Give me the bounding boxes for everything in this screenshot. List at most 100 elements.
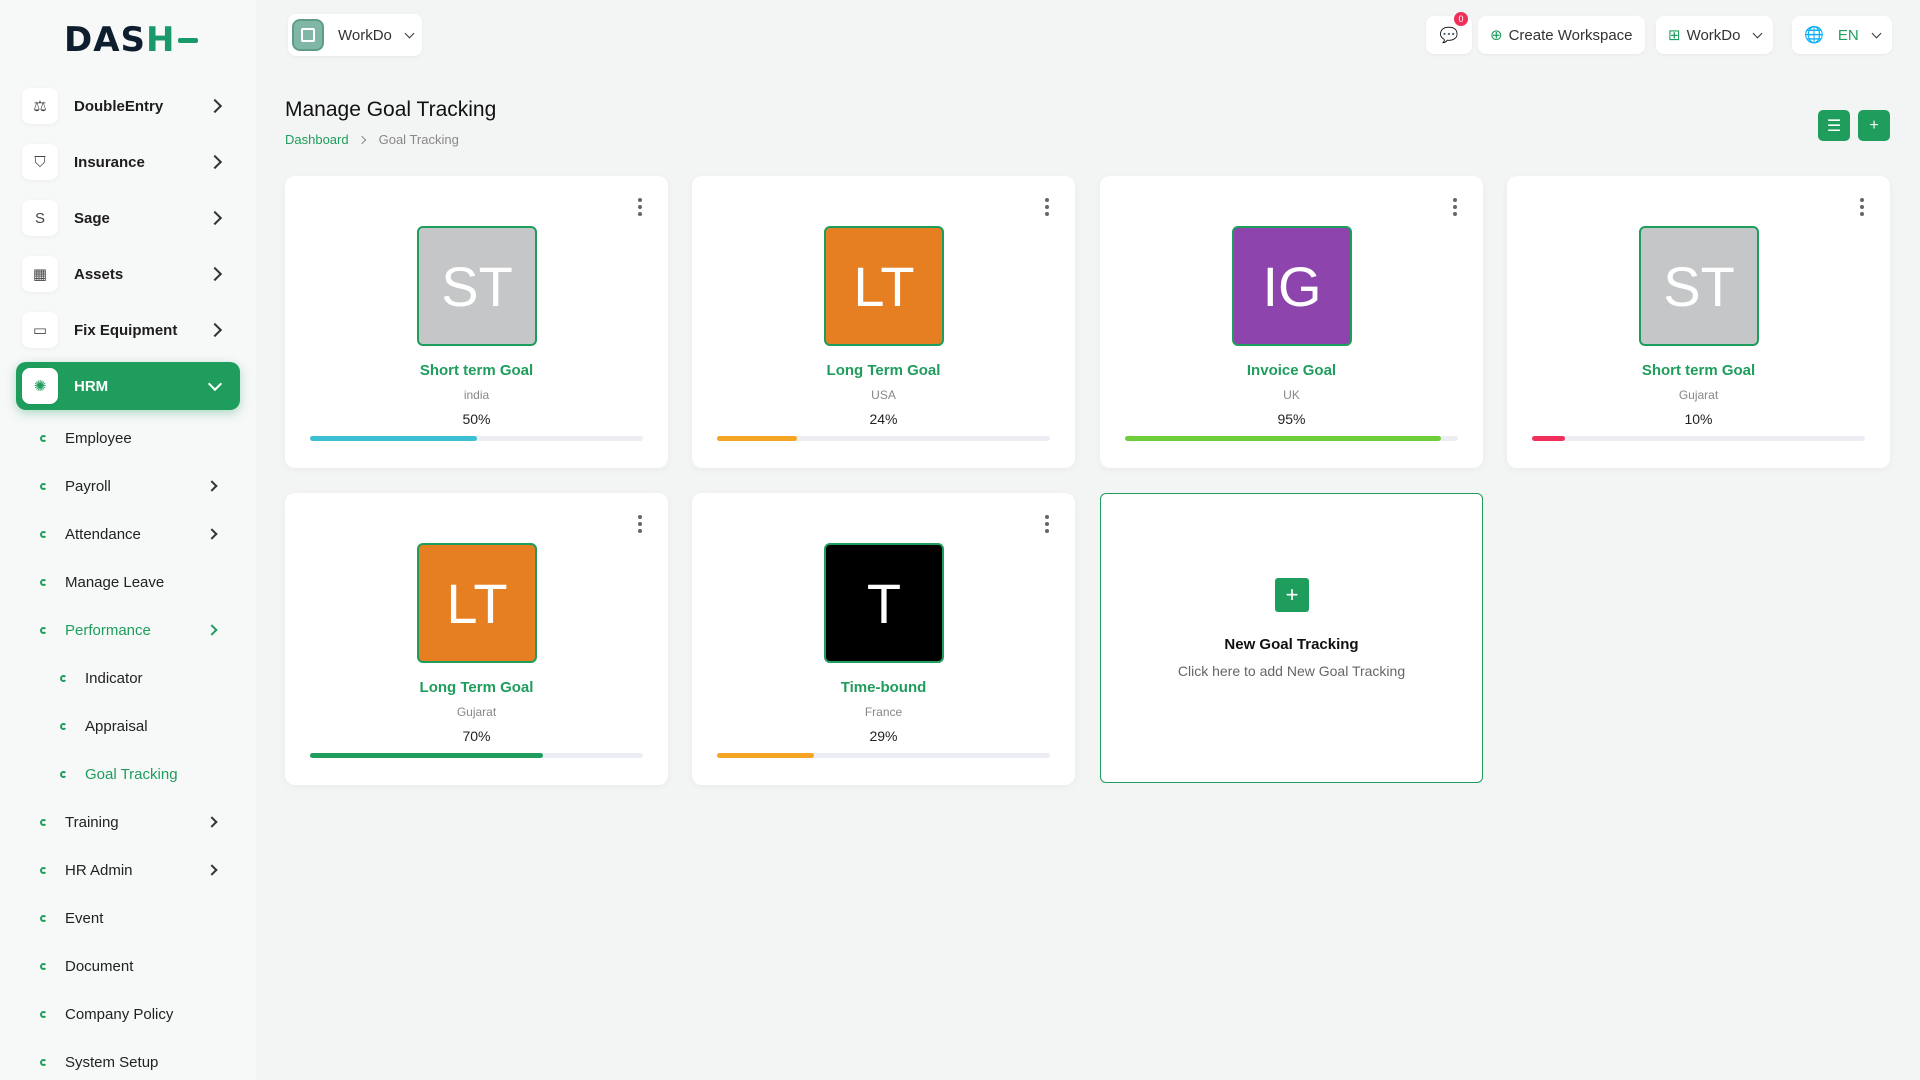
goal-location: France xyxy=(864,705,903,719)
new-goal-tracking-card[interactable]: + New Goal Tracking Click here to add Ne… xyxy=(1100,493,1483,783)
breadcrumb-home-link[interactable]: Dashboard xyxy=(285,132,349,147)
language-label: EN xyxy=(1837,26,1859,44)
plus-icon: + xyxy=(1275,578,1309,612)
bullet-icon xyxy=(40,482,47,490)
sidebar-item-hr-admin[interactable]: HR Admin xyxy=(40,855,240,885)
chevron-right-icon xyxy=(357,135,366,144)
chevron-right-icon xyxy=(206,528,218,540)
goal-progress-bar xyxy=(310,436,643,441)
sidebar-item-sage[interactable]: S Sage xyxy=(16,194,240,242)
bullet-icon xyxy=(40,1010,47,1018)
goal-title[interactable]: Short term Goal xyxy=(1507,362,1890,379)
chevron-right-icon xyxy=(206,816,218,828)
goal-location: Gujarat xyxy=(1678,388,1719,402)
more-options-icon[interactable] xyxy=(1860,198,1864,216)
goal-location: UK xyxy=(1283,388,1300,402)
calculator-icon: ▦ xyxy=(22,256,58,292)
sidebar-item-doubleentry[interactable]: ⚖ DoubleEntry xyxy=(16,82,240,130)
list-view-button[interactable]: ☰ xyxy=(1818,110,1850,141)
goal-progress-fill xyxy=(1125,436,1442,441)
goal-percent: 10% xyxy=(1684,411,1713,427)
bullet-icon xyxy=(60,770,67,778)
sidebar-item-label: HRM xyxy=(74,377,109,395)
goal-percent: 70% xyxy=(462,728,491,744)
bullet-icon xyxy=(40,914,47,922)
sidebar-item-label: Appraisal xyxy=(85,717,148,735)
sidebar-item-attendance[interactable]: Attendance xyxy=(40,519,240,549)
bullet-icon xyxy=(40,578,47,586)
goal-title[interactable]: Long Term Goal xyxy=(285,679,668,696)
sidebar-item-label: Assets xyxy=(74,265,124,283)
sidebar-item-insurance[interactable]: ⛉ Insurance xyxy=(16,138,240,186)
workdo-menu-button[interactable]: ⊞ WorkDo xyxy=(1656,16,1774,54)
sidebar-item-label: Document xyxy=(65,957,134,975)
goal-percent: 24% xyxy=(869,411,898,427)
goal-location: Gujarat xyxy=(456,705,497,719)
goal-avatar: IG xyxy=(1232,226,1352,346)
chevron-right-icon xyxy=(207,98,223,114)
sidebar-item-event[interactable]: Event xyxy=(40,903,240,933)
more-options-icon[interactable] xyxy=(1045,515,1049,533)
bullet-icon xyxy=(40,818,47,826)
goal-progress-bar xyxy=(1532,436,1865,441)
workspace-label: WorkDo xyxy=(338,26,392,44)
bullet-icon xyxy=(40,626,47,634)
goal-title[interactable]: Long Term Goal xyxy=(692,362,1075,379)
sidebar-item-label: Goal Tracking xyxy=(85,765,178,783)
goal-percent: 50% xyxy=(462,411,491,427)
sidebar-item-label: System Setup xyxy=(65,1053,159,1071)
sidebar-item-goal-tracking[interactable]: Goal Tracking xyxy=(60,759,240,789)
sidebar-item-performance[interactable]: Performance xyxy=(40,615,240,645)
sidebar-item-employee[interactable]: Employee xyxy=(40,423,240,453)
goal-location: USA xyxy=(871,388,896,402)
goal-title[interactable]: Invoice Goal xyxy=(1100,362,1483,379)
more-options-icon[interactable] xyxy=(1045,198,1049,216)
create-workspace-button[interactable]: ⊕ Create Workspace xyxy=(1478,16,1645,54)
chevron-down-icon xyxy=(1871,28,1882,38)
hrm-icon: ✺ xyxy=(22,368,58,404)
goal-card[interactable]: LT Long Term Goal USA 24% xyxy=(692,176,1075,468)
goal-card[interactable]: T Time-bound France 29% xyxy=(692,493,1075,785)
goal-card[interactable]: LT Long Term Goal Gujarat 70% xyxy=(285,493,668,785)
sidebar-item-payroll[interactable]: Payroll xyxy=(40,471,240,501)
bullet-icon xyxy=(40,962,47,970)
chevron-right-icon xyxy=(207,154,223,170)
sidebar-item-document[interactable]: Document xyxy=(40,951,240,981)
workspace-switcher[interactable]: WorkDo xyxy=(288,14,422,56)
sidebar-item-system-setup[interactable]: System Setup xyxy=(40,1047,240,1077)
goal-title[interactable]: Short term Goal xyxy=(285,362,668,379)
plus-circle-icon: ⊕ xyxy=(1490,27,1503,44)
goal-card[interactable]: IG Invoice Goal UK 95% xyxy=(1100,176,1483,468)
sage-letter-icon: S xyxy=(22,200,58,236)
goal-card[interactable]: ST Short term Goal Gujarat 10% xyxy=(1507,176,1890,468)
new-goal-description: Click here to add New Goal Tracking xyxy=(1177,663,1406,679)
sidebar-item-label: Company Policy xyxy=(65,1005,174,1023)
sidebar-item-hrm[interactable]: ✺ HRM xyxy=(16,362,240,410)
sidebar-item-label: Fix Equipment xyxy=(74,321,178,339)
goal-title[interactable]: Time-bound xyxy=(692,679,1075,696)
sidebar-item-indicator[interactable]: Indicator xyxy=(60,663,240,693)
workspace-avatar xyxy=(292,19,324,51)
goal-percent: 29% xyxy=(869,728,898,744)
sidebar-item-assets[interactable]: ▦ Assets xyxy=(16,250,240,298)
goal-avatar: ST xyxy=(1639,226,1759,346)
sidebar-item-training[interactable]: Training xyxy=(40,807,240,837)
sidebar-item-fix-equipment[interactable]: ▭ Fix Equipment xyxy=(16,306,240,354)
goal-card[interactable]: ST Short term Goal india 50% xyxy=(285,176,668,468)
apps-icon: ⊞ xyxy=(1668,27,1681,44)
brand-logo[interactable]: DAS H xyxy=(64,20,198,60)
add-goal-button[interactable]: + xyxy=(1858,110,1890,141)
sidebar: DAS H ⚖ DoubleEntry ⛉ Insurance S Sage ▦ … xyxy=(0,0,256,1080)
goal-progress-fill xyxy=(310,753,544,758)
more-options-icon[interactable] xyxy=(638,515,642,533)
more-options-icon[interactable] xyxy=(1453,198,1457,216)
sidebar-item-appraisal[interactable]: Appraisal xyxy=(60,711,240,741)
sidebar-item-manage-leave[interactable]: Manage Leave xyxy=(40,567,240,597)
chevron-right-icon xyxy=(207,266,223,282)
chevron-right-icon xyxy=(206,480,218,492)
language-selector[interactable]: 🌐 EN xyxy=(1792,16,1892,54)
sidebar-item-company-policy[interactable]: Company Policy xyxy=(40,999,240,1029)
goal-progress-fill xyxy=(1532,436,1566,441)
messages-button[interactable]: 💬 0 xyxy=(1426,12,1472,54)
more-options-icon[interactable] xyxy=(638,198,642,216)
